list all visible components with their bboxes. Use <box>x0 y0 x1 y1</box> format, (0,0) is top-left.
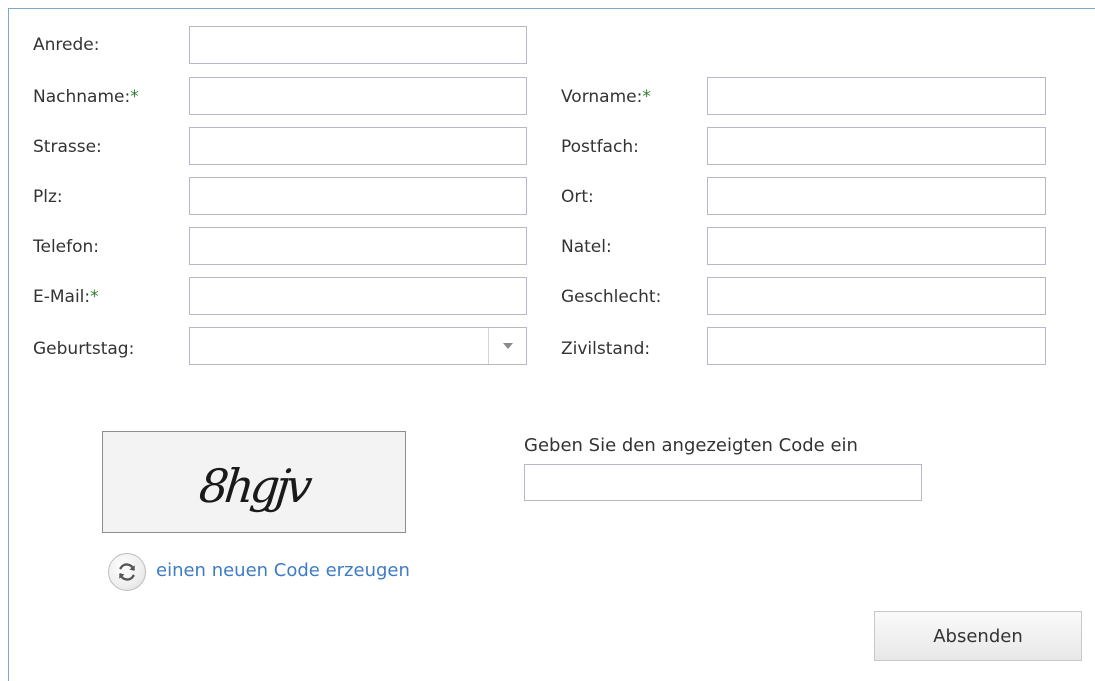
required-marker: * <box>642 87 651 107</box>
zivilstand-label: Zivilstand: <box>561 339 651 359</box>
dropdown-trigger[interactable] <box>488 328 526 364</box>
strasse-label: Strasse: <box>33 137 102 157</box>
postfach-input[interactable] <box>707 127 1046 165</box>
geburtstag-combo <box>189 327 527 365</box>
email-label: E-Mail:* <box>33 287 99 307</box>
captcha-prompt: Geben Sie den angezeigten Code ein <box>524 435 858 456</box>
geschlecht-input[interactable] <box>707 277 1046 315</box>
nachname-input[interactable] <box>189 77 527 115</box>
ort-input[interactable] <box>707 177 1046 215</box>
nachname-label: Nachname:* <box>33 87 139 107</box>
plz-input[interactable] <box>189 177 527 215</box>
captcha-input[interactable] <box>524 464 922 501</box>
plz-label: Plz: <box>33 187 63 207</box>
submit-button[interactable]: Absenden <box>874 611 1082 661</box>
anrede-label: Anrede: <box>33 35 100 55</box>
required-marker: * <box>130 87 139 107</box>
geburtstag-input[interactable] <box>190 328 487 364</box>
captcha-code: 8hgjv <box>196 459 311 513</box>
postfach-label: Postfach: <box>561 137 639 157</box>
ort-label: Ort: <box>561 187 594 207</box>
anrede-input[interactable] <box>189 26 527 64</box>
chevron-down-icon <box>502 343 513 349</box>
geschlecht-label: Geschlecht: <box>561 287 662 307</box>
geburtstag-label: Geburtstag: <box>33 339 135 359</box>
refresh-captcha-button[interactable] <box>108 553 146 591</box>
telefon-label: Telefon: <box>33 237 100 257</box>
email-input[interactable] <box>189 277 527 315</box>
zivilstand-input[interactable] <box>707 327 1046 365</box>
strasse-input[interactable] <box>189 127 527 165</box>
natel-input[interactable] <box>707 227 1046 265</box>
telefon-input[interactable] <box>189 227 527 265</box>
captcha-image: 8hgjv <box>102 431 406 533</box>
natel-label: Natel: <box>561 237 612 257</box>
refresh-icon <box>119 563 135 581</box>
vorname-input[interactable] <box>707 77 1046 115</box>
vorname-label: Vorname:* <box>561 87 651 107</box>
new-code-link[interactable]: einen neuen Code erzeugen <box>156 560 410 581</box>
required-marker: * <box>90 287 99 307</box>
